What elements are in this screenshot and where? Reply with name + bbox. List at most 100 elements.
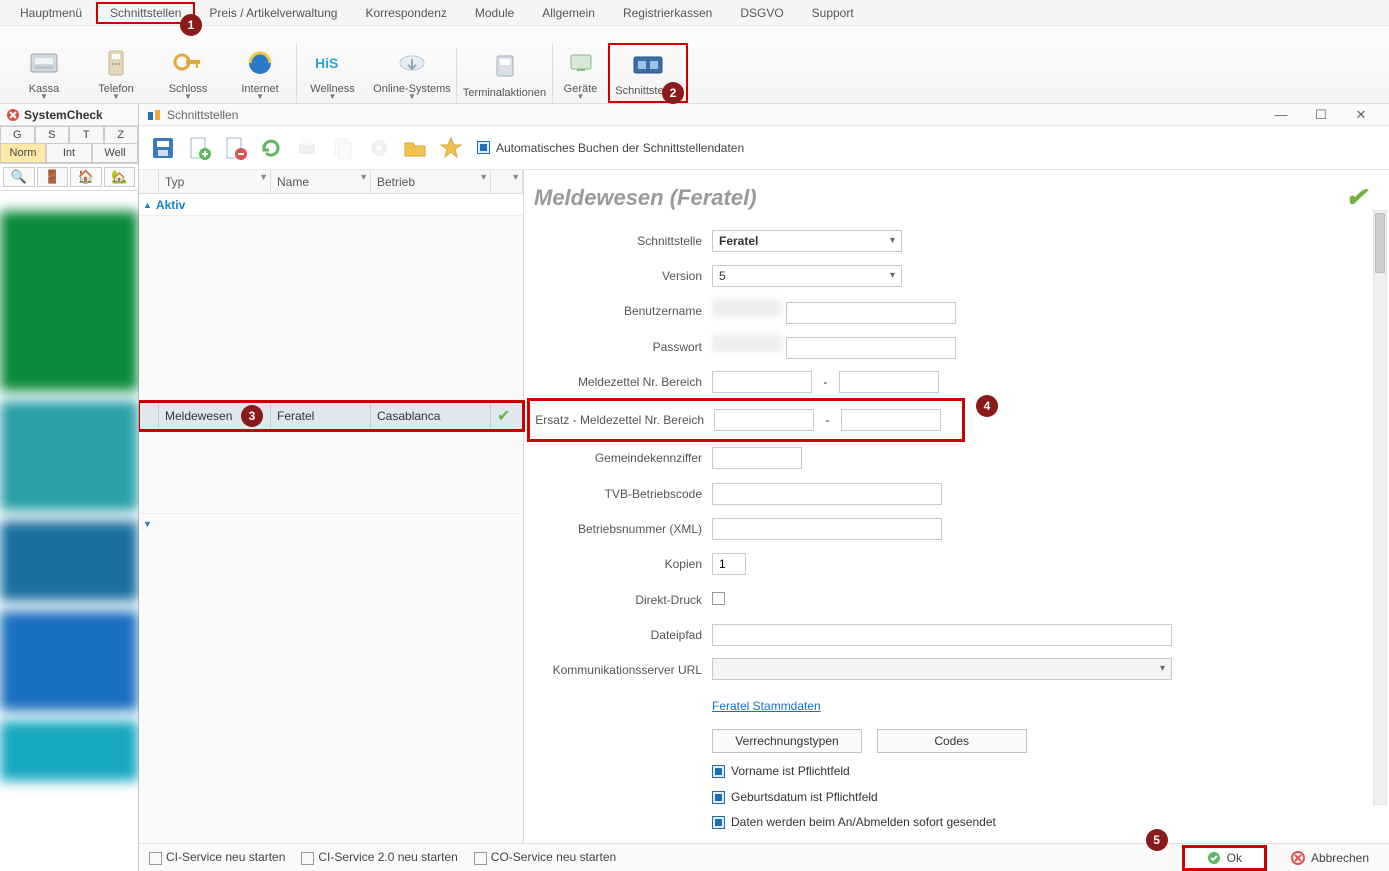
footer-ci2-restart[interactable]: CI-Service 2.0 neu starten [301,850,457,864]
cancel-button[interactable]: Abbrechen [1281,847,1379,869]
checkbox-icon [477,141,490,154]
svg-text:HiS: HiS [315,55,338,71]
menu-registrierkassen[interactable]: Registrierkassen [609,2,726,24]
label-passwort: Passwort [532,340,712,354]
grid-cell-betrieb: Casablanca [371,402,491,430]
menu-korrespondenz[interactable]: Korrespondenz [351,2,460,24]
ribbon-wellness[interactable]: HiS Wellness▼ [296,43,368,103]
input-ersatz-to[interactable] [841,409,941,431]
label-tvb: TVB-Betriebscode [532,487,712,501]
input-passwort[interactable] [786,337,956,359]
checkbox-direkt[interactable] [712,592,725,605]
search-icon: 🔍 [11,169,27,185]
ribbon-geraete[interactable]: Geräte▼ [552,43,608,103]
grid-row-selected[interactable]: Meldewesen Feratel Casablanca ✔ [139,402,523,430]
input-mz-from[interactable] [712,371,812,393]
house-exit-icon: 🏠 [78,169,94,185]
input-gkz[interactable] [712,447,802,469]
form-scrollbar[interactable] [1373,210,1387,805]
syscheck-search-button[interactable]: 🔍 [3,167,35,187]
menu-module[interactable]: Module [461,2,528,24]
input-tvb[interactable] [712,483,942,505]
toolbar-auto-label: Automatisches Buchen der Schnittstellend… [496,141,744,155]
syscheck-tab-t[interactable]: T [69,126,104,143]
input-kopien[interactable] [712,553,746,575]
cash-register-icon [8,43,80,83]
syscheck-door-button[interactable]: 🚪 [37,167,69,187]
footer-ci-restart[interactable]: CI-Service neu starten [149,850,285,864]
badge-4: 4 [976,395,998,417]
ribbon-kassa[interactable]: Kassa▼ [8,43,80,103]
ok-button[interactable]: Ok [1184,847,1265,869]
select-schnittstelle[interactable]: Feratel [712,230,902,252]
filter-icon[interactable]: ▼ [479,172,488,182]
grid-group-collapsed[interactable]: ▼ [139,513,523,533]
checkbox-sofort[interactable] [712,816,725,829]
grid-col-betrieb[interactable]: Betrieb▼ [371,170,491,193]
label-direkt: Direkt-Druck [532,593,712,607]
toolbar-print[interactable] [291,131,323,165]
toolbar-refresh[interactable] [255,131,287,165]
input-mz-to[interactable] [839,371,939,393]
toolbar-settings[interactable] [363,131,395,165]
button-codes[interactable]: Codes [877,729,1027,753]
syscheck-home-button[interactable]: 🏡 [104,167,136,187]
expand-icon: ▼ [143,519,152,529]
window-minimize[interactable]: — [1261,107,1301,122]
form-title: Meldewesen (Feratel) [534,185,757,211]
grid-col-typ[interactable]: Typ▼ [159,170,271,193]
window-title: Schnittstellen [167,108,238,122]
label-check-geburtsdatum: Geburtsdatum ist Pflichtfeld [731,790,878,804]
label-kopien: Kopien [532,557,712,571]
toolbar-favorite[interactable] [435,131,467,165]
grid-col-check[interactable]: ▼ [491,170,523,193]
ok-icon [1207,851,1221,865]
select-kom-url[interactable] [712,658,1172,680]
button-verrechnungstypen[interactable]: Verrechnungstypen [712,729,862,753]
toolbar-new[interactable] [183,131,215,165]
menu-support[interactable]: Support [798,2,868,24]
ribbon-internet[interactable]: Internet▼ [224,43,296,103]
ribbon-schloss[interactable]: Schloss▼ [152,43,224,103]
toolbar-save[interactable] [147,131,179,165]
grid-group-aktiv[interactable]: ▲ Aktiv [139,194,523,216]
menu-dsgvo[interactable]: DSGVO [726,2,797,24]
checkbox-vorname[interactable] [712,765,725,778]
filter-icon[interactable]: ▼ [359,172,368,182]
toolbar-copy[interactable] [327,131,359,165]
window-close[interactable]: ✕ [1341,107,1381,123]
syscheck-house-exit-button[interactable]: 🏠 [70,167,102,187]
toolbar-delete[interactable] [219,131,251,165]
syscheck-tab-g[interactable]: G [0,126,35,143]
ribbon-terminalaktionen[interactable]: Terminalaktionen [456,47,552,103]
menu-preis[interactable]: Preis / Artikelverwaltung [195,2,351,24]
syscheck-tab-int[interactable]: Int [46,144,92,163]
menu-hauptmenu[interactable]: Hauptmenü [6,2,96,24]
grid-col-name[interactable]: Name▼ [271,170,371,193]
syscheck-tab-z[interactable]: Z [104,126,139,143]
window-maximize[interactable]: ☐ [1301,107,1341,123]
input-ersatz-from[interactable] [714,409,814,431]
syscheck-tab-s[interactable]: S [35,126,70,143]
label-ersatz: Ersatz - Meldezettel Nr. Bereich [530,413,714,427]
footer-co-restart[interactable]: CO-Service neu starten [474,850,616,864]
ribbon-online-systems[interactable]: Online-Systems▼ [368,43,456,103]
syscheck-tab-well[interactable]: Well [92,144,138,163]
select-version[interactable]: 5 [712,265,902,287]
label-benutzername: Benutzername [532,304,712,318]
checkbox-geburtsdatum[interactable] [712,791,725,804]
toolbar-auto-checkbox[interactable]: Automatisches Buchen der Schnittstellend… [477,141,744,155]
input-pfad[interactable] [712,624,1172,646]
input-bnr[interactable] [712,518,942,540]
syscheck-tab-norm[interactable]: Norm [0,144,46,163]
dash: - [817,413,837,427]
dash: - [815,375,835,389]
ribbon-telefon[interactable]: Telefon▼ [80,43,152,103]
menu-allgemein[interactable]: Allgemein [528,2,609,24]
filter-icon[interactable]: ▼ [259,172,268,182]
link-feratel-stammdaten[interactable]: Feratel Stammdaten [712,699,821,713]
label-kom: Kommunikationsserver URL [532,663,712,677]
input-benutzername[interactable] [786,302,956,324]
toolbar-folder[interactable] [399,131,431,165]
filter-icon[interactable]: ▼ [511,172,520,182]
